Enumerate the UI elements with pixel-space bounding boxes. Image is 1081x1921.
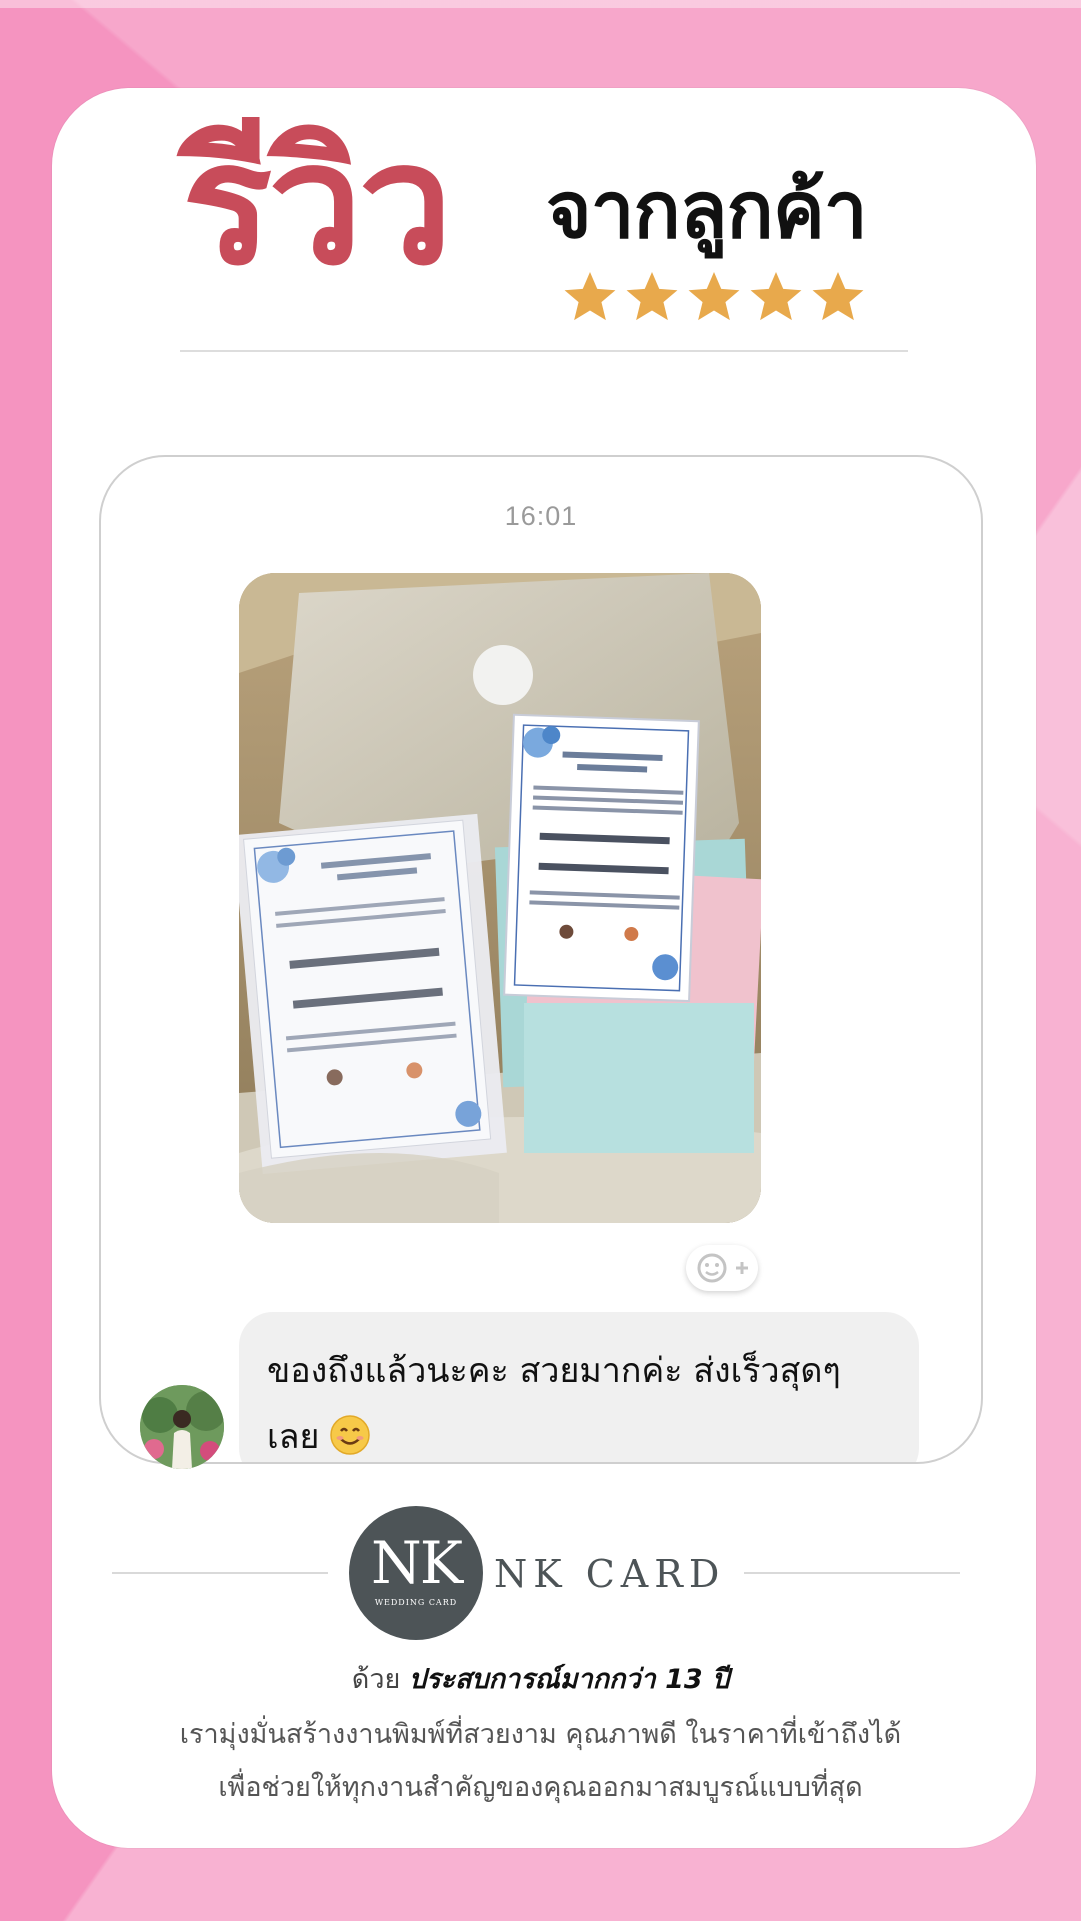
message-text: ของถึงแล้วนะคะ สวยมากค่ะ ส่งเร็วสุดๆ เลย [267,1338,899,1462]
brand-name: NK CARD [494,1552,726,1596]
brand-logo-mark: NK [370,1529,463,1597]
experience-tagline: ด้วย ประสบการณ์มากกว่า 13 ปี [0,1657,1081,1700]
smiling-face-emoji [330,1414,371,1455]
tagline-prefix: ด้วย [351,1664,401,1695]
brand-description-line1: เรามุ่งมั่นสร้างงานพิมพ์ที่สวยงาม คุณภาพ… [179,1719,902,1750]
star-icon [686,270,742,324]
review-subtitle: จากลูกค้า [546,166,868,256]
message-timestamp: 16:01 [504,501,578,531]
tagline-emphasis: ประสบการณ์มากกว่า 13 ปี [408,1664,730,1695]
rating-stars [562,270,866,324]
sender-avatar[interactable] [140,1385,224,1469]
chat-panel: 16:01 ของถึงแล้วนะคะ สวยมากค่ะ ส่งเร็วสุ… [99,455,983,1464]
header-divider [180,350,908,352]
add-reaction-icon [697,1253,748,1283]
wedding-cards-photo-icon [239,573,761,1223]
add-reaction-button[interactable] [686,1245,758,1291]
footer-divider-left [112,1572,328,1574]
review-title: รีวิว [182,106,453,302]
star-icon [748,270,804,324]
star-icon [810,270,866,324]
message-photo[interactable] [239,573,761,1223]
brand-logo-subtitle: WEDDING CARD [374,1598,458,1607]
footer-divider-right [744,1572,960,1574]
brand-description-line2: เพื่อช่วยให้ทุกงานสำคัญของคุณออกมาสมบูรณ… [218,1772,863,1803]
avatar-photo-icon [140,1385,224,1469]
star-icon [624,270,680,324]
message-bubble[interactable]: ของถึงแล้วนะคะ สวยมากค่ะ ส่งเร็วสุดๆ เลย [239,1312,919,1462]
star-icon [562,270,618,324]
brand-logo: NK WEDDING CARD [349,1506,483,1640]
